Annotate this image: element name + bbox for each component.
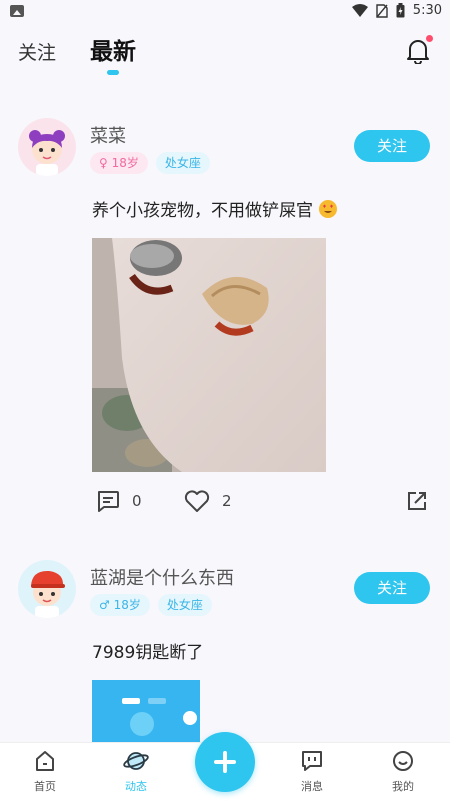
battery-icon	[396, 3, 405, 18]
heart-eyes-emoji-icon	[319, 200, 338, 218]
like-button[interactable]: 2	[184, 490, 232, 512]
nav-feed[interactable]: 动态	[106, 749, 166, 794]
home-icon	[36, 751, 54, 771]
notification-bell-button[interactable]	[406, 35, 433, 65]
message-icon	[302, 751, 322, 771]
notification-dot	[426, 35, 433, 42]
planet-icon	[123, 752, 149, 770]
gender-age-badge: ♂ 18岁	[90, 594, 150, 616]
user-badges: ♀ 18岁 处女座	[90, 152, 210, 174]
nav-messages-label: 消息	[301, 780, 323, 793]
nav-messages[interactable]: 消息	[282, 749, 342, 794]
follow-button[interactable]: 关注	[354, 572, 430, 604]
post-card: 菜菜 ♀ 18岁 处女座 关注 养个小孩宠物，不用做铲屎官 0 2	[0, 118, 450, 528]
username[interactable]: 菜菜	[90, 122, 126, 148]
tab-follow[interactable]: 关注	[18, 38, 56, 65]
comment-count: 0	[132, 492, 142, 510]
username[interactable]: 蓝湖是个什么东西	[90, 564, 234, 590]
avatar[interactable]	[18, 560, 76, 618]
follow-button[interactable]: 关注	[354, 130, 430, 162]
post-card: 蓝湖是个什么东西 ♂ 18岁 处女座 关注 7989钥匙断了	[0, 560, 450, 742]
post-actions: 0 2	[96, 490, 436, 520]
user-badges: ♂ 18岁 处女座	[90, 594, 212, 616]
nav-home-label: 首页	[34, 780, 56, 793]
male-icon: ♂	[99, 598, 110, 612]
post-text: 养个小孩宠物，不用做铲屎官	[92, 196, 338, 221]
zodiac-badge: 处女座	[157, 594, 212, 616]
gallery-notification-icon	[10, 5, 24, 17]
post-photo[interactable]	[92, 680, 200, 742]
share-button[interactable]	[406, 490, 428, 512]
avatar[interactable]	[18, 118, 76, 176]
no-sim-icon	[376, 3, 388, 18]
zodiac-badge: 处女座	[155, 152, 210, 174]
female-icon: ♀	[99, 156, 108, 170]
nav-feed-label: 动态	[125, 780, 147, 793]
post-text: 7989钥匙断了	[92, 643, 204, 663]
gender-age-badge: ♀ 18岁	[90, 152, 148, 174]
nav-mine[interactable]: 我的	[373, 749, 433, 794]
status-time: 5:30	[412, 3, 442, 18]
nav-home[interactable]: 首页	[15, 749, 75, 794]
heart-icon	[184, 490, 210, 512]
top-nav: 关注 最新	[0, 28, 450, 78]
comment-icon	[98, 491, 119, 512]
age-text: 18岁	[113, 598, 141, 612]
nav-mine-label: 我的	[392, 780, 414, 793]
like-count: 2	[222, 492, 232, 510]
bell-icon	[407, 40, 429, 65]
create-post-button[interactable]	[195, 732, 255, 792]
post-photo[interactable]	[92, 238, 326, 472]
comment-button[interactable]: 0	[96, 490, 142, 512]
share-icon	[408, 492, 426, 510]
profile-icon	[393, 751, 413, 771]
tab-latest[interactable]: 最新	[90, 32, 136, 66]
age-text: 18岁	[111, 156, 139, 170]
post-text-content: 养个小孩宠物，不用做铲屎官	[92, 201, 313, 221]
tab-active-indicator	[107, 70, 119, 75]
status-bar: 5:30	[0, 0, 450, 24]
wifi-icon	[351, 3, 368, 17]
